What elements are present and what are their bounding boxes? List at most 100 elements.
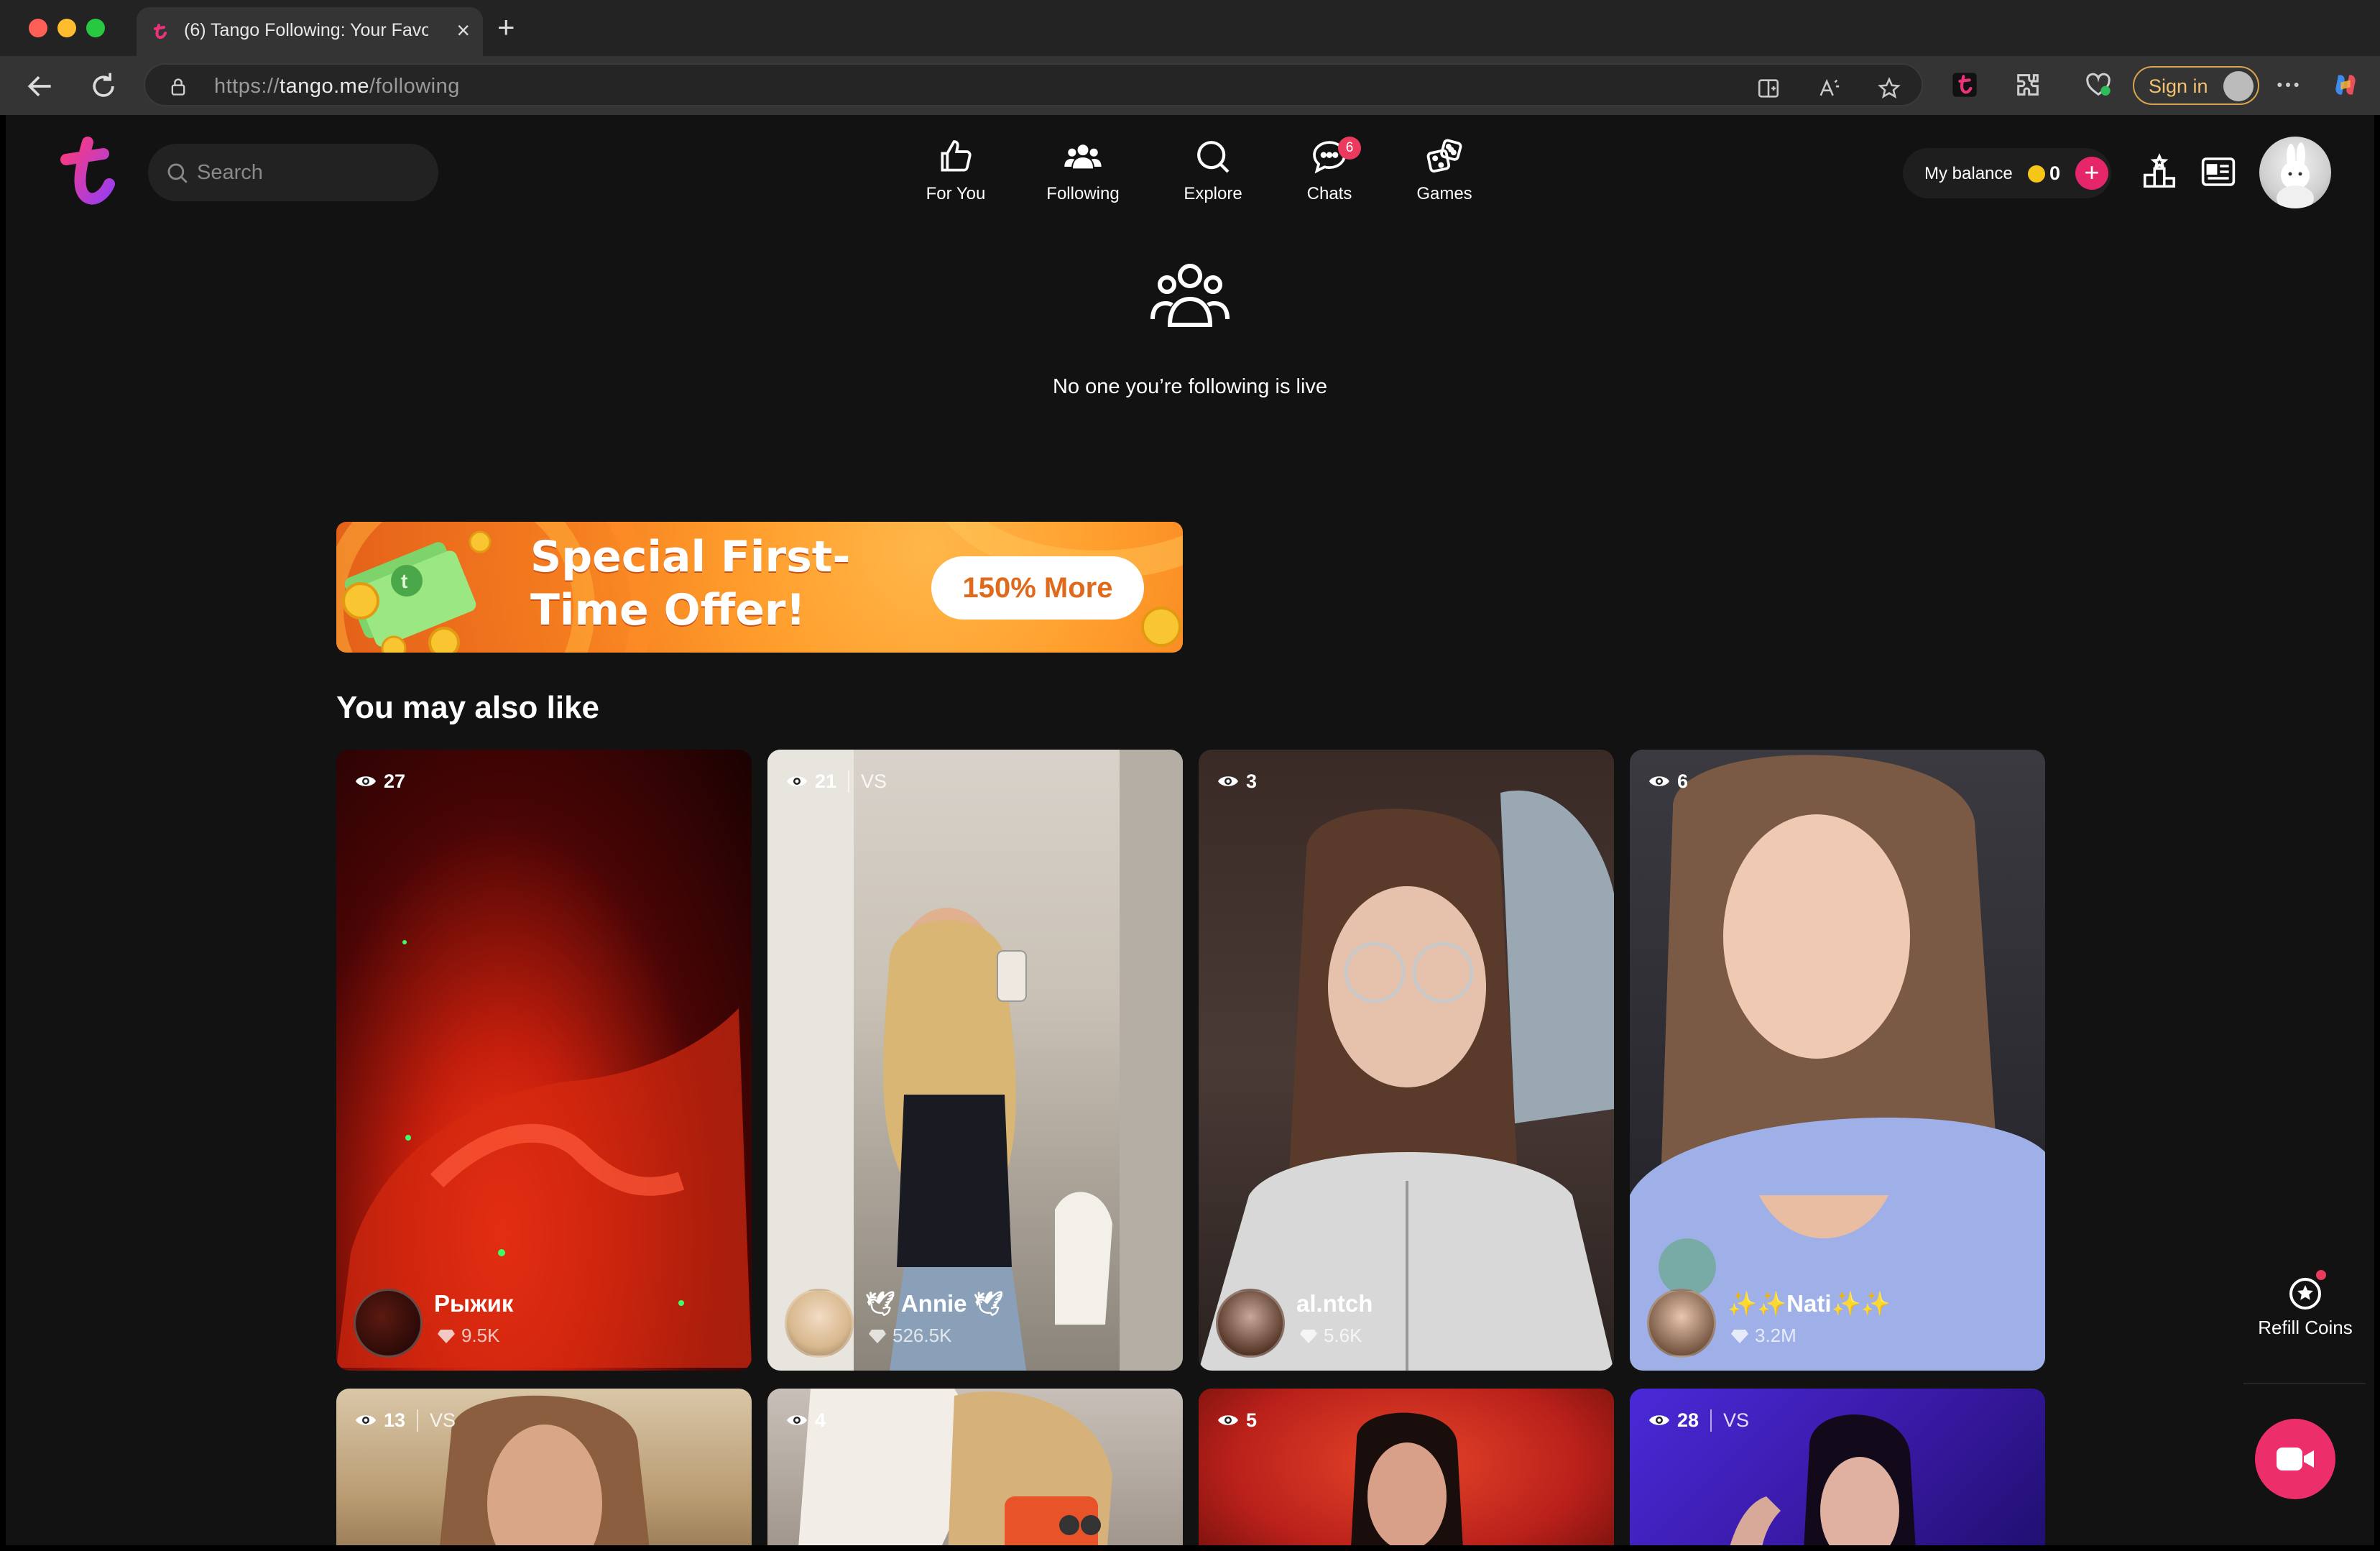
- vs-battle-label: VS: [1710, 1409, 1749, 1432]
- viewer-count: 3: [1217, 768, 1257, 794]
- stream-card[interactable]: 5: [1199, 1389, 1614, 1545]
- refill-notification-dot: [2314, 1268, 2328, 1282]
- coin-decoration-icon: [1141, 607, 1181, 647]
- coin-icon: [2028, 165, 2045, 183]
- leaderboard-icon[interactable]: [2140, 152, 2179, 191]
- streamer-avatar[interactable]: [354, 1289, 423, 1358]
- user-avatar[interactable]: [2259, 137, 2331, 208]
- diamond-count: 526.5K: [868, 1325, 951, 1347]
- new-tab-button[interactable]: +: [497, 11, 515, 43]
- stream-preview-image: [798, 1389, 1112, 1545]
- vs-battle-label: VS: [848, 770, 887, 793]
- search-input[interactable]: [197, 155, 412, 190]
- viewer-count: 6: [1648, 768, 1688, 794]
- vs-battle-label: VS: [417, 1409, 456, 1432]
- browser-titlebar: (6) Tango Following: Your Favor × +: [0, 0, 2380, 56]
- viewer-count: 27: [355, 768, 405, 794]
- section-title: You may also like: [336, 690, 600, 725]
- empty-state-message: No one you’re following is live: [1052, 375, 1328, 398]
- video-camera-icon: [2277, 1448, 2314, 1471]
- close-window-button[interactable]: [29, 19, 47, 37]
- stream-preview-image: [336, 940, 752, 1368]
- viewer-count: 21 VS: [786, 768, 887, 794]
- eye-icon: [1649, 776, 1669, 786]
- streamer-name: al.ntch: [1296, 1290, 1373, 1317]
- stream-card[interactable]: 28 VS: [1630, 1389, 2045, 1545]
- banner-cta-button[interactable]: 150% More: [931, 556, 1144, 620]
- address-bar[interactable]: https://tango.me/following: [144, 63, 1923, 106]
- diamond-icon: [1300, 1329, 1317, 1343]
- banner-title: Special First-Time Offer!: [530, 532, 851, 635]
- streamer-name: 🕊 Annie 🕊: [865, 1290, 1004, 1317]
- nav-following[interactable]: Following: [1036, 137, 1130, 216]
- eye-icon: [787, 1415, 807, 1425]
- nav-for-you[interactable]: For You: [913, 137, 999, 216]
- favorite-star-icon[interactable]: [1877, 76, 1901, 101]
- balance-pill[interactable]: My balance 0 +: [1903, 148, 2111, 198]
- nav-games[interactable]: Games: [1401, 137, 1488, 216]
- go-live-button[interactable]: [2255, 1419, 2335, 1499]
- browser-tab[interactable]: (6) Tango Following: Your Favor ×: [137, 7, 483, 56]
- stream-card[interactable]: 3 al.ntch 5.6K: [1199, 750, 1614, 1371]
- stream-card[interactable]: 27 Рыжик 9.5K: [336, 750, 752, 1371]
- explore-search-icon: [1197, 141, 1230, 173]
- diamond-icon: [869, 1329, 886, 1343]
- search-box[interactable]: [148, 144, 438, 201]
- rabbit-avatar-icon: [2277, 142, 2314, 208]
- tango-extension-icon[interactable]: [1950, 70, 1979, 99]
- streamer-name: Рыжик: [434, 1290, 514, 1317]
- streamer-avatar[interactable]: [1647, 1289, 1716, 1358]
- news-feed-icon[interactable]: [2199, 152, 2238, 191]
- nav-chats[interactable]: 6 Chats: [1286, 137, 1373, 216]
- viewer-count: 5: [1217, 1407, 1257, 1433]
- url-text: https://tango.me/following: [214, 75, 460, 98]
- refill-coins-button[interactable]: Refill Coins: [2241, 1268, 2370, 1339]
- maximize-window-button[interactable]: [86, 19, 105, 37]
- more-options-icon[interactable]: [2274, 70, 2302, 99]
- read-aloud-icon[interactable]: [1817, 76, 1841, 101]
- viewer-count: 28 VS: [1648, 1407, 1749, 1433]
- special-offer-banner[interactable]: t Special First-Time Offer! 150% More: [336, 522, 1183, 653]
- viewer-count: 4: [786, 1407, 826, 1433]
- stream-card[interactable]: 21 VS 🕊 Annie 🕊 526.5K: [767, 750, 1183, 1371]
- split-screen-icon[interactable]: [1756, 76, 1781, 101]
- streamer-name: ✨✨Nati✨✨: [1728, 1290, 1891, 1317]
- minimize-window-button[interactable]: [57, 19, 76, 37]
- tango-page: For You Following Explore 6 Chats Games: [6, 115, 2374, 1545]
- tango-logo-icon[interactable]: [57, 137, 115, 208]
- thumbs-up-icon: [941, 140, 972, 172]
- dice-icon: [1426, 139, 1462, 173]
- balance-label: My balance: [1924, 164, 2013, 183]
- copilot-icon[interactable]: [2331, 70, 2360, 99]
- tab-title: (6) Tango Following: Your Favor: [184, 20, 428, 40]
- diamond-count: 9.5K: [437, 1325, 500, 1347]
- diamond-icon: [1731, 1329, 1748, 1343]
- stream-card[interactable]: 13 VS: [336, 1389, 752, 1545]
- stream-preview-image: [1630, 755, 2045, 1371]
- sign-in-button[interactable]: Sign in: [2133, 66, 2259, 105]
- back-icon[interactable]: [24, 70, 56, 102]
- extensions-puzzle-icon[interactable]: [2014, 70, 2042, 99]
- nav-explore[interactable]: Explore: [1170, 137, 1256, 216]
- browser-toolbar: https://tango.me/following Sign in: [0, 56, 2380, 115]
- diamond-count: 3.2M: [1730, 1325, 1796, 1347]
- stream-card[interactable]: 6 ✨✨Nati✨✨ 3.2M: [1630, 750, 2045, 1371]
- divider: [2243, 1383, 2366, 1384]
- lock-icon: [171, 78, 185, 96]
- stream-preview-image: [1351, 1412, 1463, 1545]
- streamer-avatar[interactable]: [785, 1289, 854, 1358]
- diamond-count: 5.6K: [1299, 1325, 1362, 1347]
- tango-favicon-icon: [154, 24, 167, 40]
- eye-icon: [787, 776, 807, 786]
- reload-icon[interactable]: [88, 70, 119, 102]
- diamond-icon: [438, 1329, 455, 1343]
- streamer-avatar[interactable]: [1216, 1289, 1285, 1358]
- browser-essentials-icon[interactable]: [2084, 70, 2113, 99]
- viewer-count: 13 VS: [355, 1407, 456, 1433]
- eye-icon: [356, 1415, 376, 1425]
- close-tab-icon[interactable]: ×: [456, 19, 470, 42]
- svg-text:t: t: [401, 570, 407, 592]
- add-coins-button[interactable]: +: [2075, 157, 2108, 190]
- stream-card[interactable]: 4: [767, 1389, 1183, 1545]
- eye-icon: [356, 776, 376, 786]
